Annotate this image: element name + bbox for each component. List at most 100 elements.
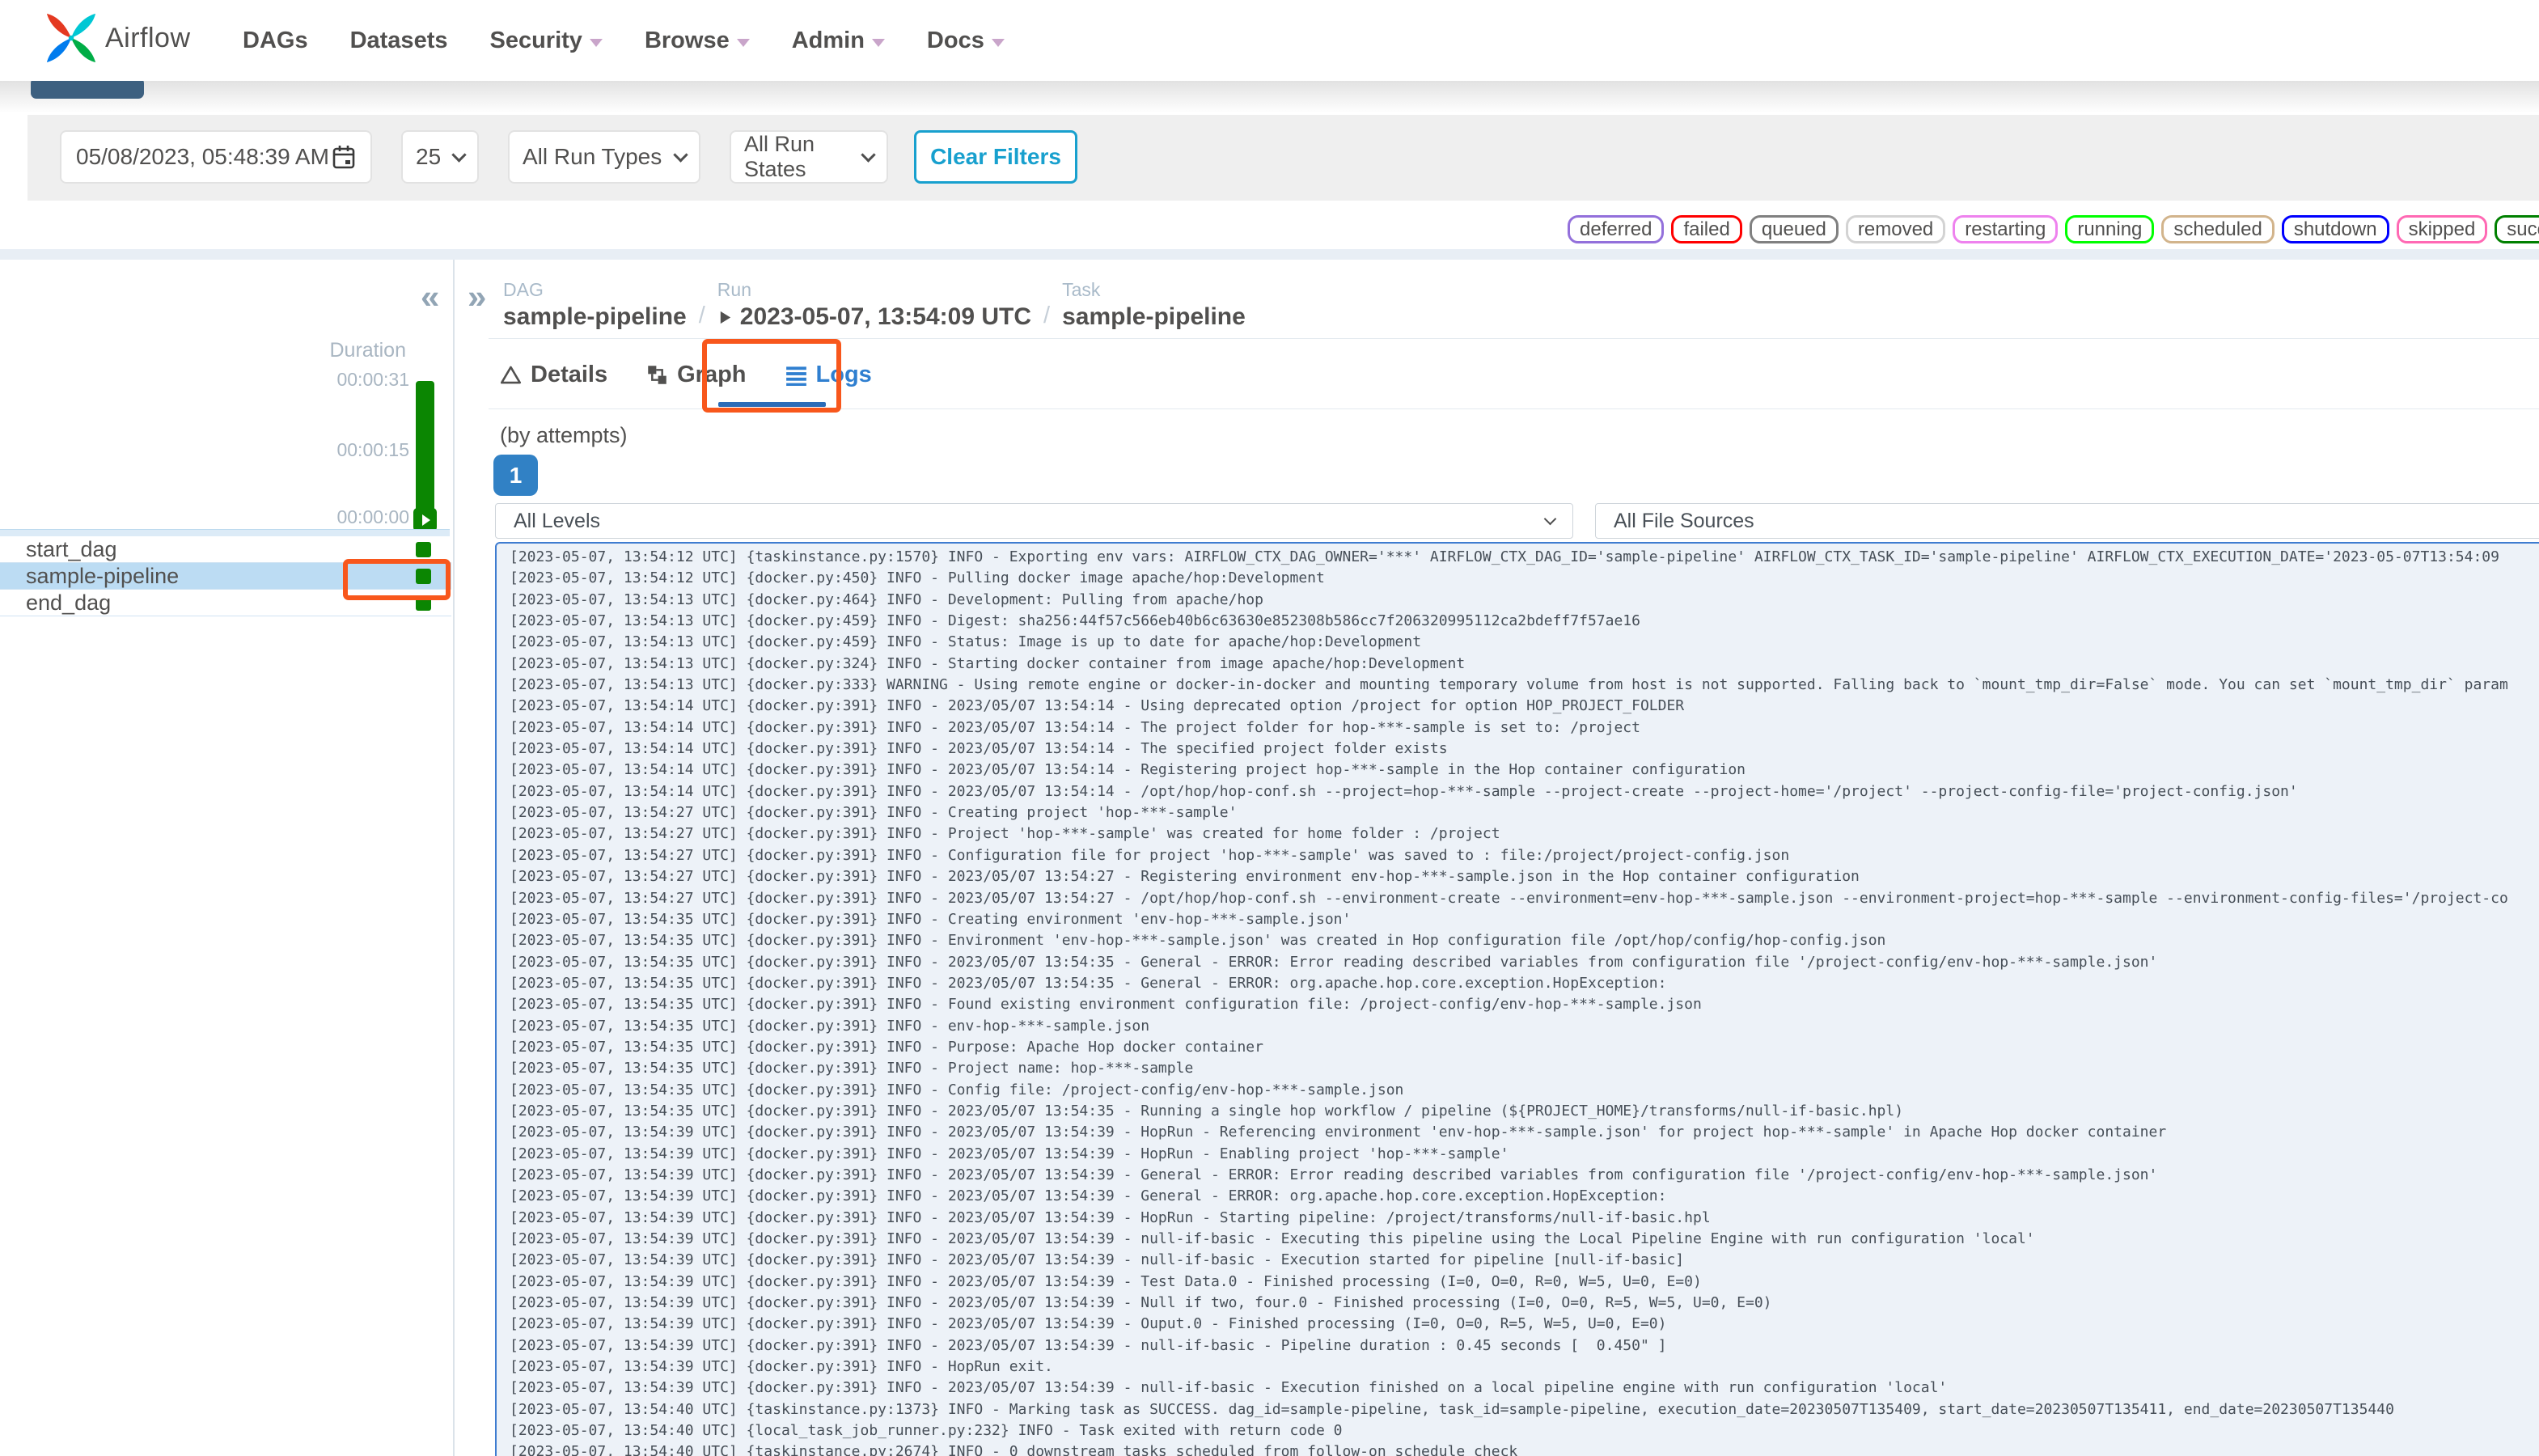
log-line: [2023-05-07, 13:54:35 UTC] {docker.py:39… bbox=[510, 953, 2158, 971]
log-line: [2023-05-07, 13:54:39 UTC] {docker.py:39… bbox=[510, 1187, 1667, 1205]
log-line: [2023-05-07, 13:54:35 UTC] {docker.py:39… bbox=[510, 932, 1886, 950]
log-level-value: All Levels bbox=[514, 509, 600, 532]
chevron-down-icon bbox=[861, 146, 876, 163]
task-name: sample-pipeline bbox=[26, 564, 180, 588]
chevron-down-icon bbox=[451, 146, 467, 163]
log-line: [2023-05-07, 13:54:35 UTC] {docker.py:39… bbox=[510, 996, 1702, 1014]
navbar-shadow bbox=[0, 81, 2539, 113]
dag-run-status-square[interactable] bbox=[413, 508, 437, 531]
detail-panel: » DAG sample-pipeline / Run 2023-05-07, … bbox=[455, 260, 2539, 1456]
log-line: [2023-05-07, 13:54:35 UTC] {docker.py:39… bbox=[510, 974, 1667, 992]
log-line: [2023-05-07, 13:54:39 UTC] {docker.py:39… bbox=[510, 1336, 1667, 1354]
nav-item-admin[interactable]: Admin bbox=[792, 28, 885, 54]
state-badge-running[interactable]: running bbox=[2065, 215, 2155, 243]
breadcrumb-task[interactable]: Task sample-pipeline bbox=[1062, 279, 1246, 331]
log-line: [2023-05-07, 13:54:39 UTC] {docker.py:39… bbox=[510, 1315, 1667, 1333]
log-line: [2023-05-07, 13:54:39 UTC] {docker.py:39… bbox=[510, 1124, 2167, 1141]
breadcrumb: DAG sample-pipeline / Run 2023-05-07, 13… bbox=[503, 279, 1246, 331]
nav-item-docs[interactable]: Docs bbox=[927, 28, 1005, 54]
file-source-value: All File Sources bbox=[1614, 509, 1754, 532]
log-line: [2023-05-07, 13:54:27 UTC] {docker.py:39… bbox=[510, 889, 2508, 907]
log-line: [2023-05-07, 13:54:35 UTC] {docker.py:39… bbox=[510, 1102, 1904, 1120]
run-states-value: All Run States bbox=[744, 132, 815, 181]
log-line: [2023-05-07, 13:54:13 UTC] {docker.py:32… bbox=[510, 654, 1466, 672]
log-line: [2023-05-07, 13:54:13 UTC] {docker.py:45… bbox=[510, 633, 1422, 651]
nav-item-label: DAGs bbox=[243, 27, 308, 53]
log-line: [2023-05-07, 13:54:39 UTC] {docker.py:39… bbox=[510, 1272, 1702, 1290]
log-content: [2023-05-07, 13:54:12 UTC] {taskinstance… bbox=[510, 547, 2539, 1456]
log-line: [2023-05-07, 13:54:12 UTC] {docker.py:45… bbox=[510, 569, 1325, 587]
tab-details[interactable]: Details bbox=[500, 362, 607, 388]
state-badge-skipped[interactable]: skipped bbox=[2396, 215, 2488, 243]
breadcrumb-run[interactable]: Run 2023-05-07, 13:54:09 UTC bbox=[717, 279, 1031, 331]
nav-item-security[interactable]: Security bbox=[489, 28, 603, 54]
run-states-select[interactable]: All Run States bbox=[730, 130, 888, 184]
details-triangle-icon bbox=[500, 364, 522, 386]
log-line: [2023-05-07, 13:54:14 UTC] {docker.py:39… bbox=[510, 761, 1746, 779]
dag-label: DAG bbox=[503, 279, 544, 300]
nav-item-datasets[interactable]: Datasets bbox=[350, 28, 448, 54]
caret-down-icon bbox=[871, 38, 885, 47]
state-badge-queued[interactable]: queued bbox=[1749, 215, 1839, 243]
breadcrumb-separator: / bbox=[1043, 303, 1051, 328]
page-size-select[interactable]: 25 bbox=[401, 130, 479, 184]
annotation-logs-tab bbox=[702, 339, 841, 413]
base-date-input[interactable]: 05/08/2023, 05:48:39 AM bbox=[60, 130, 372, 184]
breadcrumb-dag[interactable]: DAG sample-pipeline bbox=[503, 279, 687, 331]
calendar-icon[interactable] bbox=[332, 144, 356, 170]
nav-item-label: Browse bbox=[644, 27, 730, 53]
state-badge-shutdown[interactable]: shutdown bbox=[2281, 215, 2389, 243]
expand-panel-icon[interactable]: » bbox=[468, 277, 486, 316]
chevron-down-icon bbox=[1543, 512, 1557, 526]
log-line: [2023-05-07, 13:54:27 UTC] {docker.py:39… bbox=[510, 868, 1860, 886]
clear-filters-button[interactable]: Clear Filters bbox=[914, 130, 1077, 184]
log-line: [2023-05-07, 13:54:35 UTC] {docker.py:39… bbox=[510, 1081, 1404, 1098]
log-line: [2023-05-07, 13:54:35 UTC] {docker.py:39… bbox=[510, 1060, 1194, 1077]
log-line: [2023-05-07, 13:54:39 UTC] {docker.py:39… bbox=[510, 1358, 1053, 1376]
page-size-value: 25 bbox=[416, 144, 442, 169]
annotation-task-square bbox=[343, 559, 451, 600]
run-types-value: All Run Types bbox=[523, 144, 662, 169]
tab-details-label: Details bbox=[531, 361, 608, 387]
state-badge-removed[interactable]: removed bbox=[1845, 215, 1946, 243]
panel-top-strip bbox=[0, 249, 2539, 260]
log-line: [2023-05-07, 13:54:39 UTC] {docker.py:39… bbox=[510, 1208, 1711, 1226]
log-line: [2023-05-07, 13:54:40 UTC] {taskinstance… bbox=[510, 1443, 1518, 1456]
log-level-select[interactable]: All Levels bbox=[495, 503, 1573, 539]
nav-item-browse[interactable]: Browse bbox=[645, 28, 750, 54]
task-state-icon[interactable] bbox=[416, 542, 431, 557]
attempt-1-button[interactable]: 1 bbox=[493, 455, 538, 496]
dag-value: sample-pipeline bbox=[503, 303, 687, 330]
task-name: end_dag bbox=[26, 590, 112, 615]
duration-tick: 00:00:00 bbox=[336, 506, 409, 527]
chart-axis-band bbox=[0, 529, 450, 536]
file-source-select[interactable]: All File Sources bbox=[1595, 503, 2539, 539]
breadcrumb-separator: / bbox=[698, 303, 705, 328]
task-name: start_dag bbox=[26, 537, 117, 561]
run-value: 2023-05-07, 13:54:09 UTC bbox=[739, 303, 1032, 330]
log-viewer[interactable]: [2023-05-07, 13:54:12 UTC] {taskinstance… bbox=[495, 542, 2539, 1456]
log-line: [2023-05-07, 13:54:39 UTC] {docker.py:39… bbox=[510, 1251, 1685, 1269]
state-badge-failed[interactable]: failed bbox=[1671, 215, 1742, 243]
state-badge-success[interactable]: success bbox=[2495, 215, 2539, 243]
log-line: [2023-05-07, 13:54:40 UTC] {local_task_j… bbox=[510, 1422, 1343, 1440]
airflow-pinwheel-icon bbox=[45, 11, 97, 65]
collapse-panel-icon[interactable]: « bbox=[421, 277, 439, 316]
airflow-logo[interactable]: Airflow bbox=[45, 11, 191, 65]
log-line: [2023-05-07, 13:54:39 UTC] {docker.py:39… bbox=[510, 1379, 1948, 1397]
nav-item-dags[interactable]: DAGs bbox=[243, 28, 308, 54]
run-types-select[interactable]: All Run Types bbox=[508, 130, 700, 184]
state-badge-deferred[interactable]: deferred bbox=[1568, 215, 1665, 243]
log-line: [2023-05-07, 13:54:40 UTC] {taskinstance… bbox=[510, 1400, 2394, 1418]
caret-down-icon bbox=[589, 38, 603, 47]
log-line: [2023-05-07, 13:54:35 UTC] {docker.py:39… bbox=[510, 1038, 1263, 1056]
brand-name: Airflow bbox=[105, 22, 191, 53]
base-date-value: 05/08/2023, 05:48:39 AM bbox=[76, 144, 329, 169]
log-line: [2023-05-07, 13:54:14 UTC] {docker.py:39… bbox=[510, 740, 1448, 758]
task-value: sample-pipeline bbox=[1062, 303, 1246, 330]
log-line: [2023-05-07, 13:54:13 UTC] {docker.py:46… bbox=[510, 590, 1263, 608]
log-line: [2023-05-07, 13:54:13 UTC] {docker.py:45… bbox=[510, 612, 1640, 630]
state-badge-scheduled[interactable]: scheduled bbox=[2161, 215, 2275, 243]
state-badge-restarting[interactable]: restarting bbox=[1953, 215, 2059, 243]
duration-tick: 00:00:31 bbox=[336, 369, 409, 390]
